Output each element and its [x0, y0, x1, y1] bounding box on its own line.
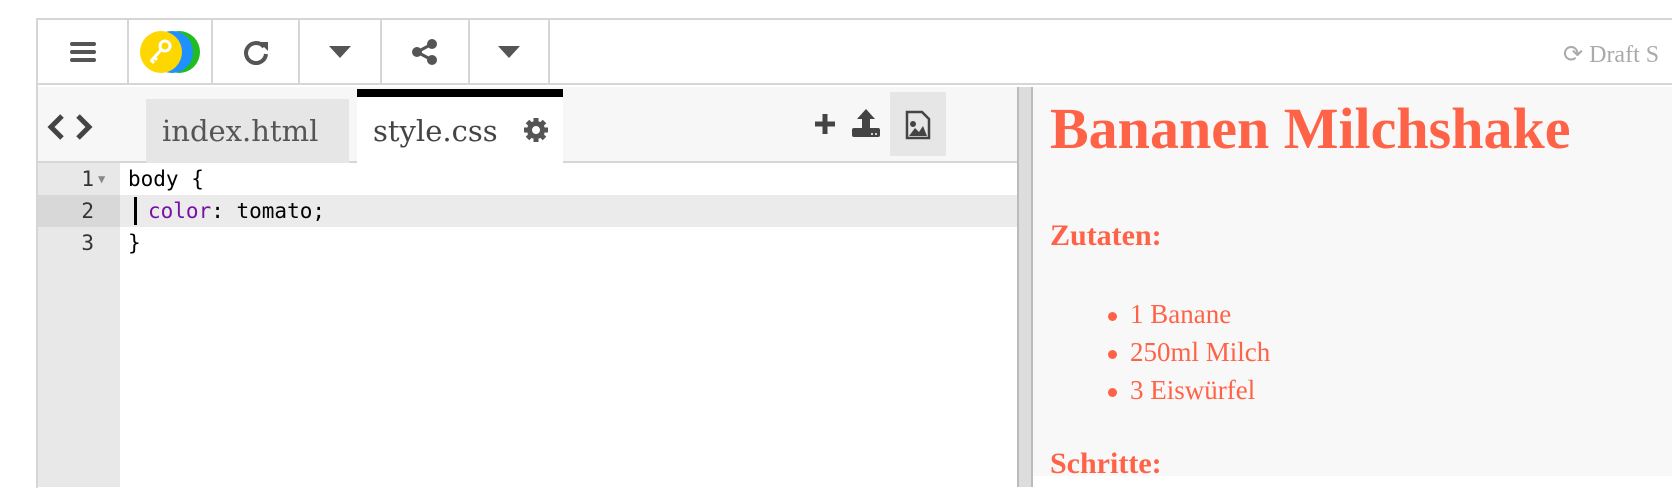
sync-icon: ⟳ — [1563, 42, 1584, 68]
tab-style-css[interactable]: style.css — [357, 89, 563, 165]
ingredient-item: 1 Banane — [1107, 299, 1232, 329]
share-dropdown[interactable] — [470, 20, 550, 83]
preview-pane: Bananen Milchshake Zutaten: 1 Banane 250… — [1033, 87, 1672, 480]
code-line: 3 } — [38, 227, 1017, 259]
tab-label: style.css — [373, 114, 498, 148]
key-icon — [140, 30, 200, 73]
fold-arrow-icon[interactable]: ▼ — [98, 163, 105, 195]
menu-icon — [69, 41, 96, 62]
gear-icon[interactable] — [523, 117, 549, 143]
code-editor: index.html style.css 1 ▼ body { 2 color:… — [38, 87, 1017, 487]
refresh-button[interactable] — [213, 20, 300, 83]
line-number: 2 — [38, 195, 120, 227]
chevron-left-icon[interactable] — [46, 113, 66, 141]
draft-status: ⟳ Draft S — [1563, 40, 1659, 69]
assets-button[interactable] — [890, 92, 946, 156]
line-number: 3 — [81, 231, 94, 255]
toolbar — [38, 20, 1672, 85]
preview-title: Bananen Milchshake — [1050, 96, 1571, 161]
ingredient-item: 3 Eiswürfel — [1107, 375, 1256, 405]
code-line-active: 2 color: tomato; — [38, 195, 1017, 227]
dropdown-icon — [498, 45, 520, 58]
upload-icon[interactable] — [851, 109, 881, 137]
line-number: 1 — [81, 167, 94, 191]
tab-index-html[interactable]: index.html — [146, 99, 349, 163]
share-button[interactable] — [382, 20, 470, 83]
chevron-right-icon[interactable] — [74, 113, 94, 141]
refresh-icon — [243, 40, 268, 65]
dropdown-icon — [329, 45, 351, 58]
css-value: : tomato; — [211, 199, 326, 223]
code-text: body { — [128, 167, 204, 191]
text-cursor — [134, 197, 137, 225]
ingredient-item: 250ml Milch — [1107, 337, 1271, 367]
code-line: 1 ▼ body { — [38, 163, 1017, 195]
code-text: } — [128, 231, 141, 255]
menu-button[interactable] — [38, 20, 129, 83]
share-icon — [412, 38, 437, 65]
tab-label: index.html — [162, 114, 319, 148]
account-button[interactable] — [129, 20, 213, 83]
file-tabs: index.html style.css — [38, 87, 1017, 165]
css-property: color — [148, 199, 212, 223]
image-file-icon — [905, 110, 931, 140]
add-file-icon[interactable] — [814, 113, 836, 135]
draft-status-text: Draft S — [1589, 42, 1660, 68]
code-area[interactable]: 1 ▼ body { 2 color: tomato; 3 } — [38, 163, 1017, 487]
ingredients-heading: Zutaten: — [1050, 219, 1162, 252]
pane-resize-handle[interactable] — [1017, 87, 1033, 487]
refresh-dropdown[interactable] — [300, 20, 382, 83]
